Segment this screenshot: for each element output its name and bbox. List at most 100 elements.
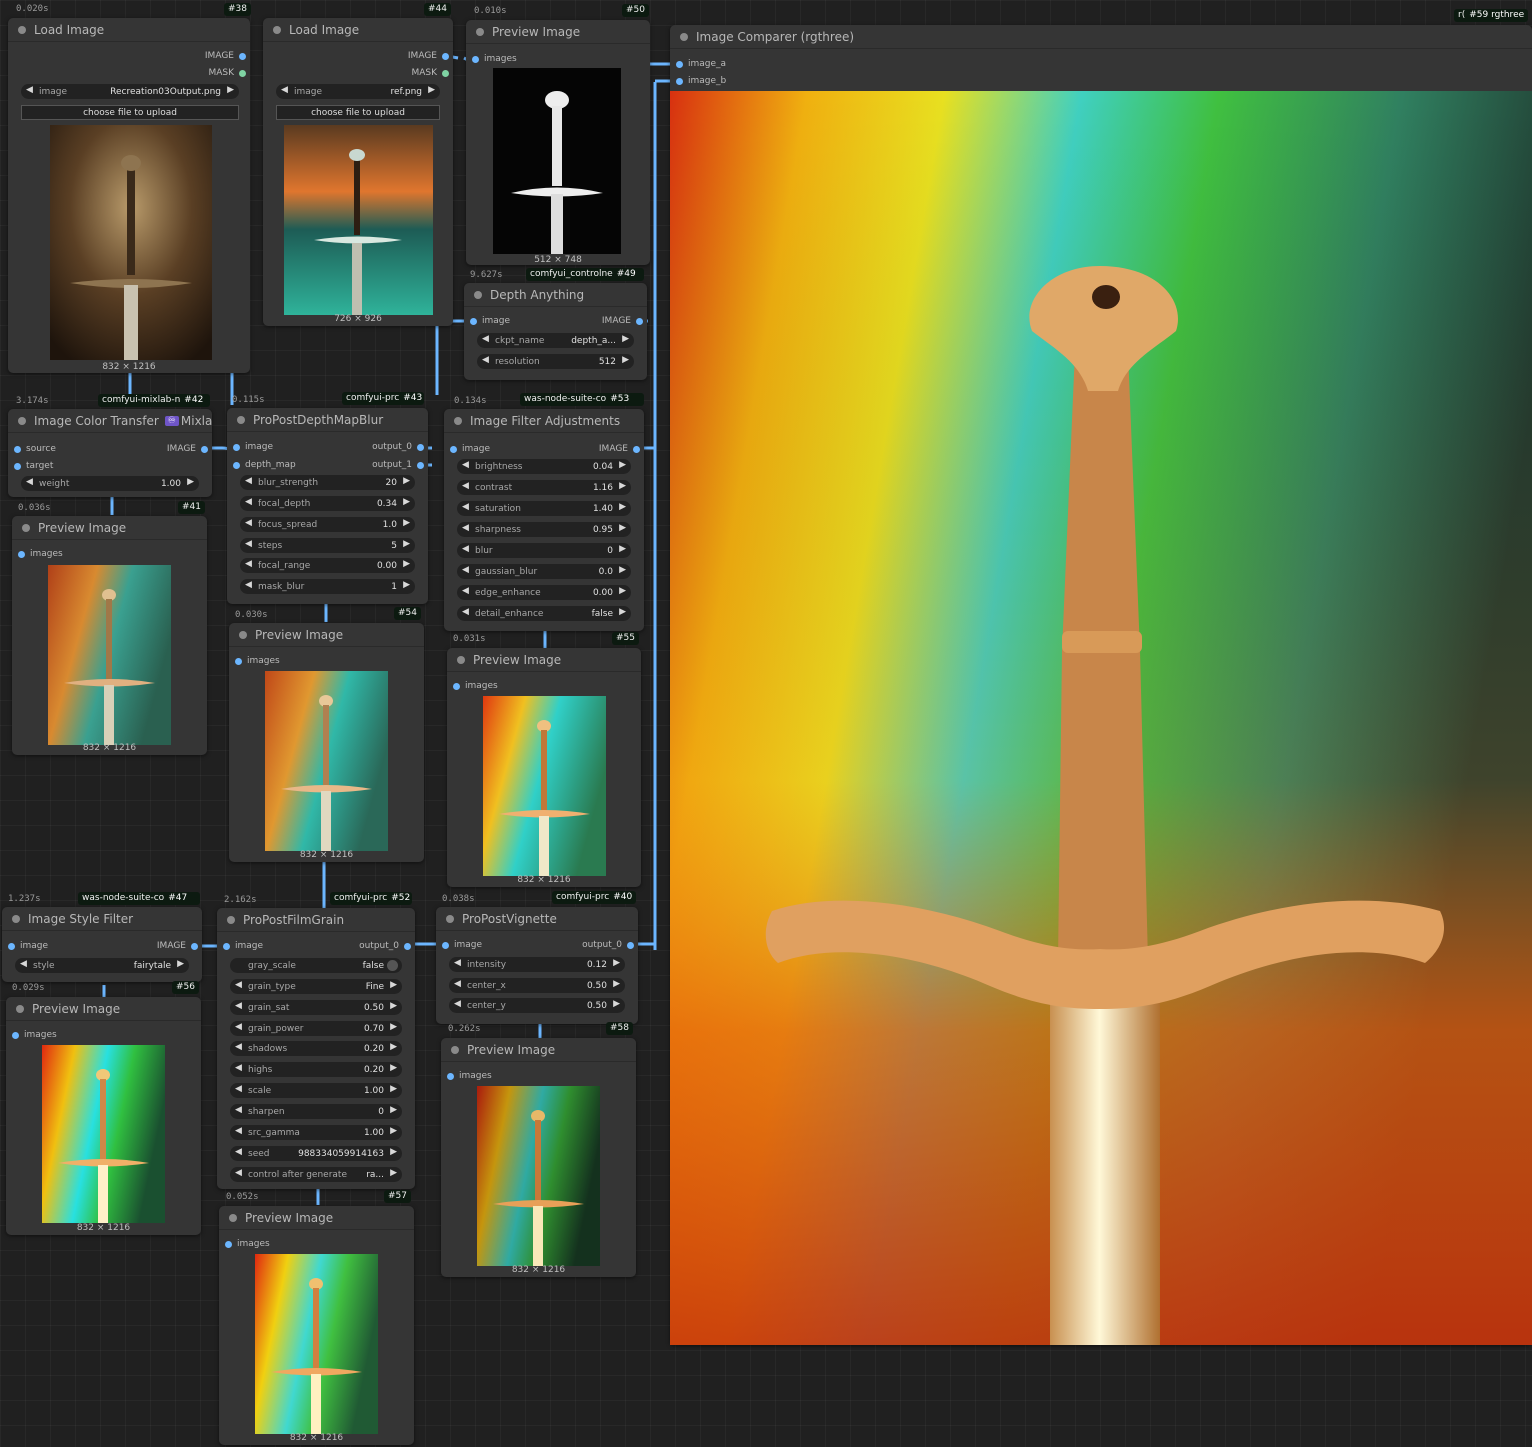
node-load-image-44[interactable]: Load Image IMAGE MASK imageref.png choos… [263,18,453,326]
node-header[interactable]: Preview Image [447,648,641,672]
node-preview-image-50[interactable]: Preview Image images 512 × 748 [466,20,650,265]
input-images[interactable]: images [472,54,517,64]
comparer-image[interactable] [670,91,1532,1345]
output-image[interactable]: IMAGE [602,316,644,326]
node-header[interactable]: Image Filter Adjustments [444,409,644,433]
mask-blur-widget[interactable]: mask_blur1 [240,579,415,594]
output-image[interactable]: IMAGE [599,444,641,454]
input-images[interactable]: images [18,549,63,559]
node-header[interactable]: Preview Image [229,623,424,647]
input-image[interactable]: image [233,442,273,452]
collapse-dot-icon[interactable] [273,26,281,34]
input-depth-map[interactable]: depth_map [233,460,296,470]
node-header[interactable]: Depth Anything [464,283,647,307]
input-image[interactable]: image [8,941,48,951]
intensity-widget[interactable]: intensity0.12 [449,957,625,972]
highs-widget[interactable]: highs0.20 [230,1062,402,1077]
ckpt-name-combo[interactable]: ckpt_namedepth_a... [477,333,634,348]
collapse-dot-icon[interactable] [474,291,482,299]
contrast-widget[interactable]: contrast1.16 [457,480,631,495]
scale-widget[interactable]: scale1.00 [230,1083,402,1098]
gray-scale-toggle[interactable]: gray_scale false [230,958,402,973]
node-image-color-transfer-42[interactable]: Image Color Transfer ♾Mixlab source targe… [8,409,212,497]
input-images[interactable]: images [235,656,280,666]
input-source[interactable]: source [14,444,56,454]
node-propost-depthmap-blur-43[interactable]: ProPostDepthMapBlur image depth_map outp… [227,408,428,604]
collapse-dot-icon[interactable] [227,916,235,924]
node-preview-image-55[interactable]: Preview Image images 832 × 1216 [447,648,641,887]
collapse-dot-icon[interactable] [237,416,245,424]
steps-widget[interactable]: steps5 [240,538,415,553]
output-1[interactable]: output_1 [372,460,424,470]
seed-widget[interactable]: seed988334059914163 [230,1146,402,1161]
output-image[interactable]: IMAGE [157,941,199,951]
collapse-dot-icon[interactable] [454,417,462,425]
node-preview-image-58[interactable]: Preview Image images 832 × 1216 [441,1038,636,1277]
upload-button[interactable]: choose file to upload [276,105,440,120]
grain-sat-widget[interactable]: grain_sat0.50 [230,1000,402,1015]
node-preview-image-56[interactable]: Preview Image images 832 × 1216 [6,997,201,1235]
collapse-dot-icon[interactable] [22,524,30,532]
output-0[interactable]: output_0 [582,940,634,950]
center-x-widget[interactable]: center_x0.50 [449,978,625,993]
node-load-image-38[interactable]: Load Image IMAGE MASK imageRecreation03O… [8,18,250,373]
collapse-dot-icon[interactable] [18,26,26,34]
gaussian-blur-widget[interactable]: gaussian_blur0.0 [457,564,631,579]
node-propost-vignette-40[interactable]: ProPostVignette image output_0 intensity… [436,907,638,1024]
weight-widget[interactable]: weight1.00 [21,476,199,491]
node-header[interactable]: Image Style Filter [2,907,202,931]
src-gamma-widget[interactable]: src_gamma1.00 [230,1125,402,1140]
node-propost-film-grain-52[interactable]: ProPostFilmGrain image output_0 gray_sca… [217,908,415,1189]
node-header[interactable]: Image Color Transfer ♾Mixlab [8,409,212,433]
grain-type-combo[interactable]: grain_typeFine [230,979,402,994]
node-header[interactable]: Load Image [8,18,250,42]
node-header[interactable]: Preview Image [219,1206,414,1230]
input-images[interactable]: images [225,1239,270,1249]
collapse-dot-icon[interactable] [680,33,688,41]
blur-widget[interactable]: blur0 [457,543,631,558]
center-y-widget[interactable]: center_y0.50 [449,998,625,1013]
input-image[interactable]: image [223,941,263,951]
collapse-dot-icon[interactable] [16,1005,24,1013]
control-after-generate-combo[interactable]: control after generatera... [230,1167,402,1182]
shadows-widget[interactable]: shadows0.20 [230,1041,402,1056]
node-header[interactable]: Preview Image [6,997,201,1021]
collapse-dot-icon[interactable] [476,28,484,36]
collapse-dot-icon[interactable] [229,1214,237,1222]
input-images[interactable]: images [12,1030,57,1040]
upload-button[interactable]: choose file to upload [21,105,239,120]
saturation-widget[interactable]: saturation1.40 [457,501,631,516]
node-image-comparer-59[interactable]: Image Comparer (rgthree) image_a image_b [670,25,1532,1345]
node-header[interactable]: ProPostVignette [436,907,638,931]
node-preview-image-54[interactable]: Preview Image images 832 × 1216 [229,623,424,862]
sharpness-widget[interactable]: sharpness0.95 [457,522,631,537]
image-combo[interactable]: imageref.png [276,84,440,99]
collapse-dot-icon[interactable] [446,915,454,923]
output-mask[interactable]: MASK [411,68,449,78]
output-image[interactable]: IMAGE [408,51,450,61]
focus-spread-widget[interactable]: focus_spread1.0 [240,517,415,532]
input-images[interactable]: images [453,681,498,691]
image-combo[interactable]: imageRecreation03Output.png [21,84,239,99]
focal-depth-widget[interactable]: focal_depth0.34 [240,496,415,511]
blur-strength-widget[interactable]: blur_strength20 [240,475,415,490]
node-image-style-filter-47[interactable]: Image Style Filter image IMAGE stylefair… [2,907,202,982]
node-header[interactable]: Preview Image [466,20,650,44]
node-header[interactable]: Image Comparer (rgthree) [670,25,1532,49]
node-preview-image-41[interactable]: Preview Image images 832 × 1216 [12,516,207,755]
output-image[interactable]: IMAGE [167,444,209,454]
input-image[interactable]: image [450,444,490,454]
node-image-filter-adjustments-53[interactable]: Image Filter Adjustments image IMAGE bri… [444,409,644,631]
collapse-dot-icon[interactable] [12,915,20,923]
edge-enhance-widget[interactable]: edge_enhance0.00 [457,585,631,600]
collapse-dot-icon[interactable] [18,417,26,425]
output-0[interactable]: output_0 [372,442,424,452]
collapse-dot-icon[interactable] [451,1046,459,1054]
sharpen-widget[interactable]: sharpen0 [230,1104,402,1119]
grain-power-widget[interactable]: grain_power0.70 [230,1021,402,1036]
input-image-a[interactable]: image_a [676,59,726,69]
input-target[interactable]: target [14,461,53,471]
output-0[interactable]: output_0 [359,941,411,951]
node-header[interactable]: ProPostDepthMapBlur [227,408,428,432]
node-preview-image-57[interactable]: Preview Image images 832 × 1216 [219,1206,414,1445]
